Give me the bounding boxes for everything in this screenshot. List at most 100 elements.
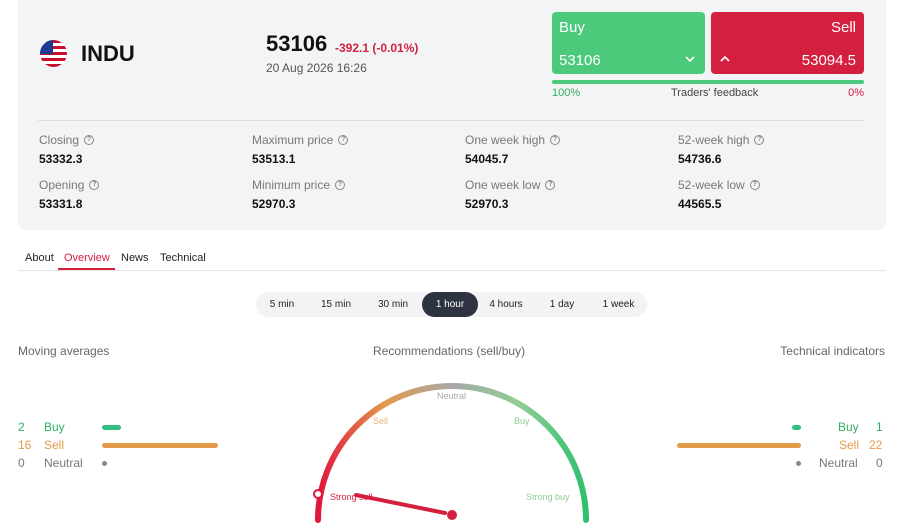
stat-value: 54045.7 [465, 152, 509, 166]
chevron-up-icon [720, 55, 730, 62]
active-tab-indicator [58, 268, 115, 270]
period-1day[interactable]: 1 day [534, 292, 590, 317]
stat-value: 53513.1 [252, 152, 296, 166]
ti-neutral-dot [796, 461, 801, 466]
stat-label-text: Maximum price [252, 133, 334, 147]
sell-price: 53094.5 [801, 52, 856, 69]
gauge-strong-buy-label: Strong buy [526, 492, 570, 502]
period-1week[interactable]: 1 week [590, 292, 647, 317]
stat-label-text: 52-week low [678, 178, 745, 192]
stat-value: 52970.3 [252, 197, 296, 211]
price-change: -392.1 (-0.01%) [335, 41, 419, 55]
stat-label: Closing? [39, 133, 239, 147]
ma-neutral-dot [102, 461, 107, 466]
ma-buy-label: Buy [44, 420, 65, 434]
ticker-symbol: INDU [81, 41, 135, 66]
ti-neutral-label: Neutral [819, 456, 858, 470]
moving-averages-title: Moving averages [18, 344, 110, 358]
period-15min[interactable]: 15 min [308, 292, 364, 317]
ma-sell-bar [102, 443, 218, 448]
info-icon[interactable]: ? [84, 135, 95, 145]
ti-buy-label: Buy [838, 420, 859, 434]
info-icon[interactable]: ? [545, 180, 556, 190]
stat-item: Maximum price? 53513.1 [252, 133, 452, 166]
current-price: 53106 [266, 31, 328, 56]
sell-button[interactable]: Sell 53094.5 [711, 12, 864, 74]
us-flag-icon [40, 40, 67, 67]
gauge-strong-sell-label: Strong sell [330, 492, 373, 502]
ti-buy-bar [792, 425, 801, 430]
ti-neutral-count: 0 [876, 456, 883, 470]
ma-buy-bar [102, 425, 121, 430]
info-icon[interactable]: ? [89, 180, 100, 190]
stat-value: 53331.8 [39, 197, 83, 211]
gauge-marker [313, 489, 323, 499]
traders-feedback-bar [552, 80, 864, 84]
stat-value: 44565.5 [678, 197, 722, 211]
stat-label-text: One week low [465, 178, 541, 192]
ma-buy-count: 2 [18, 420, 25, 434]
gauge-pivot [447, 510, 457, 520]
stat-value: 52970.3 [465, 197, 509, 211]
stat-item: 52-week low? 44565.5 [678, 178, 878, 211]
info-icon[interactable]: ? [550, 135, 561, 145]
tab-about[interactable]: About [25, 252, 54, 264]
chevron-down-icon [685, 56, 695, 63]
ti-sell-label: Sell [839, 438, 860, 452]
stat-label: Minimum price? [252, 178, 452, 192]
stat-item: One week high? 54045.7 [465, 133, 665, 166]
ma-sell-label: Sell [44, 438, 65, 452]
stat-item: Closing? 53332.3 [39, 133, 239, 166]
feedback-sell-percent: 0% [848, 87, 864, 99]
period-4hours[interactable]: 4 hours [478, 292, 534, 317]
tab-technical[interactable]: Technical [160, 252, 206, 264]
period-5min[interactable]: 5 min [256, 292, 308, 317]
ti-buy-count: 1 [876, 420, 883, 434]
price-timestamp: 20 Aug 2026 16:26 [266, 61, 367, 75]
period-30min[interactable]: 30 min [364, 292, 422, 317]
buy-price: 53106 [559, 52, 601, 69]
gauge-neutral-label: Neutral [437, 391, 466, 401]
feedback-buy-percent: 100% [552, 87, 581, 99]
gauge-title: Recommendations (sell/buy) [373, 344, 526, 358]
ti-sell-bar [677, 443, 801, 448]
sell-label: Sell [830, 19, 856, 36]
stat-label-text: Minimum price [252, 178, 331, 192]
gauge-sell-label: Sell [373, 416, 388, 426]
stat-item: 52-week high? 54736.6 [678, 133, 878, 166]
tab-overview[interactable]: Overview [64, 252, 110, 264]
info-icon[interactable]: ? [335, 180, 346, 190]
stat-item: Minimum price? 52970.3 [252, 178, 452, 211]
period-1hour[interactable]: 1 hour [422, 292, 478, 317]
buy-label: Buy [559, 19, 585, 36]
stat-label-text: 52-week high [678, 133, 750, 147]
stat-value: 53332.3 [39, 152, 83, 166]
stat-label: Opening? [39, 178, 239, 192]
stat-label: One week high? [465, 133, 665, 147]
stat-item: Opening? 53331.8 [39, 178, 239, 211]
traders-feedback-label: Traders' feedback [671, 87, 759, 99]
ma-neutral-count: 0 [18, 456, 25, 470]
gauge-buy-label: Buy [514, 416, 530, 426]
technical-indicators-title: Technical indicators [780, 344, 885, 358]
stat-item: One week low? 52970.3 [465, 178, 665, 211]
recommendation-gauge: Strong sell Sell Neutral Buy Strong buy [313, 383, 589, 523]
stat-label-text: One week high [465, 133, 546, 147]
stat-label-text: Closing [39, 133, 80, 147]
ti-sell-count: 22 [869, 438, 883, 452]
period-selector: 5 min 15 min 30 min 1 hour 4 hours 1 day… [256, 292, 647, 317]
tab-bar: About Overview News Technical [18, 248, 886, 271]
info-icon[interactable]: ? [338, 135, 349, 145]
ma-neutral-label: Neutral [44, 456, 83, 470]
stat-label-text: Opening [39, 178, 85, 192]
info-icon[interactable]: ? [754, 135, 765, 145]
stat-label: 52-week low? [678, 178, 878, 192]
stat-value: 54736.6 [678, 152, 722, 166]
stat-label: Maximum price? [252, 133, 452, 147]
tab-news[interactable]: News [121, 252, 149, 264]
info-icon[interactable]: ? [749, 180, 760, 190]
stat-label: 52-week high? [678, 133, 878, 147]
stat-label: One week low? [465, 178, 665, 192]
divider [38, 120, 864, 121]
buy-button[interactable]: Buy 53106 [552, 12, 705, 74]
